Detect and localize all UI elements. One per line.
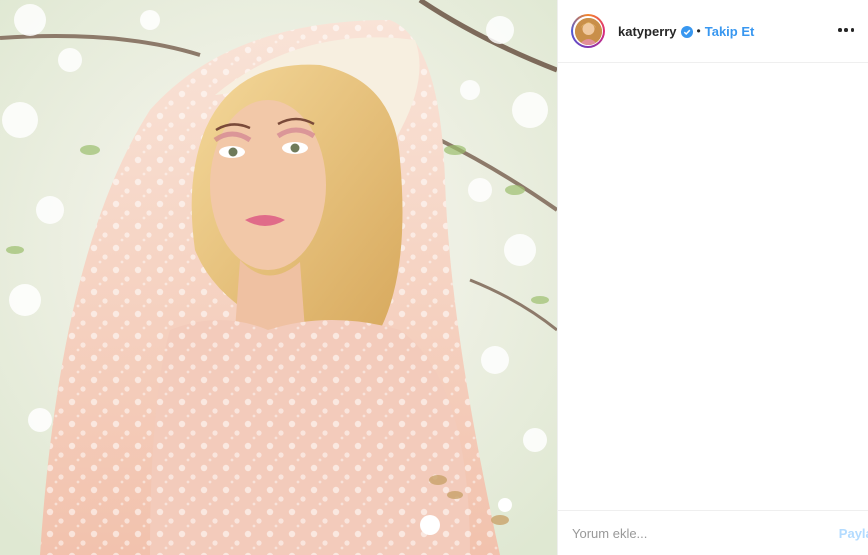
avatar[interactable] xyxy=(574,17,602,45)
post-header: katyperry • Takip Et xyxy=(558,0,868,62)
verified-badge-icon xyxy=(680,25,693,38)
follow-button[interactable]: Takip Et xyxy=(705,24,755,39)
header-separator: • xyxy=(696,24,701,38)
more-dot xyxy=(844,28,848,32)
share-comment-button[interactable]: Paylaş xyxy=(839,526,868,541)
avatar-story-ring[interactable] xyxy=(571,14,605,48)
header-divider xyxy=(558,62,868,63)
more-dot xyxy=(838,28,842,32)
post-photo[interactable] xyxy=(0,0,557,555)
username-link[interactable]: katyperry xyxy=(618,24,677,39)
comment-form: Paylaş xyxy=(558,510,868,555)
more-dot xyxy=(850,28,854,32)
comment-input[interactable] xyxy=(572,525,839,541)
post-side-panel: katyperry • Takip Et Paylaş xyxy=(557,0,868,555)
avatar-frame xyxy=(573,16,603,46)
more-options-icon[interactable] xyxy=(838,22,854,38)
